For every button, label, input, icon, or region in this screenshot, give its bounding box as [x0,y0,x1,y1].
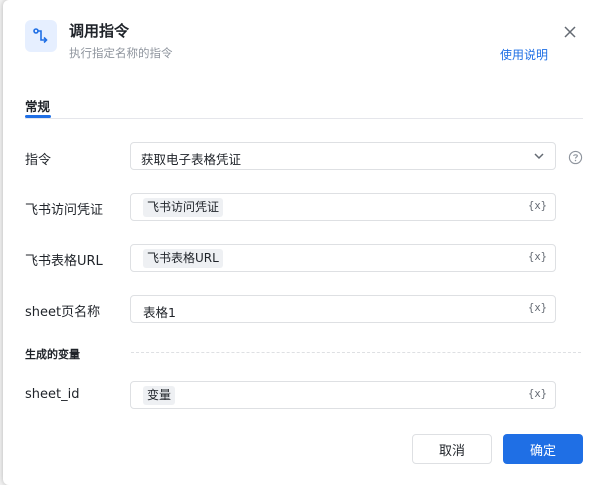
command-select[interactable]: 获取电子表格凭证 [130,142,556,170]
credential-label: 飞书访问凭证 [25,203,104,218]
close-icon[interactable] [560,22,580,42]
sheet-url-label: 飞书表格URL [25,254,103,269]
section-divider [131,352,581,353]
variable-insert-button[interactable]: {x} [528,251,547,263]
dialog-subtitle: 执行指定名称的指令 [69,46,173,60]
variable-insert-button[interactable]: {x} [528,388,547,400]
sheet-url-input[interactable]: 飞书表格URL {x} [130,244,556,272]
usage-help-link[interactable]: 使用说明 [500,46,548,63]
variable-insert-button[interactable]: {x} [528,302,547,314]
confirm-button[interactable]: 确定 [503,434,583,464]
credential-input[interactable]: 飞书访问凭证 {x} [130,193,556,221]
sheet-id-label: sheet_id [25,387,80,402]
tab-divider [25,118,583,119]
dialog-title: 调用指令 [69,22,130,40]
tab-general[interactable]: 常规 [25,96,50,115]
sheet-id-variable-chip: 变量 [143,386,176,405]
sheet-name-value: 表格1 [143,305,176,320]
command-label: 指令 [25,153,52,168]
credential-variable-chip: 飞书访问凭证 [143,198,224,217]
question-icon[interactable] [568,150,583,165]
sheet-name-label: sheet页名称 [25,305,101,320]
invoke-command-dialog: 调用指令 执行指定名称的指令 使用说明 常规 指令 获取电子表格凭证 飞书访问凭… [3,0,602,485]
sheet-id-output-input[interactable]: 变量 {x} [130,381,556,409]
chevron-down-icon [534,153,544,160]
branch-arrow-icon [25,20,57,52]
cancel-button[interactable]: 取消 [412,434,492,464]
sheet-url-variable-chip: 飞书表格URL [143,249,223,268]
sheet-name-input[interactable]: 表格1 {x} [130,295,556,323]
output-variables-title: 生成的变量 [25,348,80,361]
variable-insert-button[interactable]: {x} [528,200,547,212]
command-select-value: 获取电子表格凭证 [141,152,242,167]
